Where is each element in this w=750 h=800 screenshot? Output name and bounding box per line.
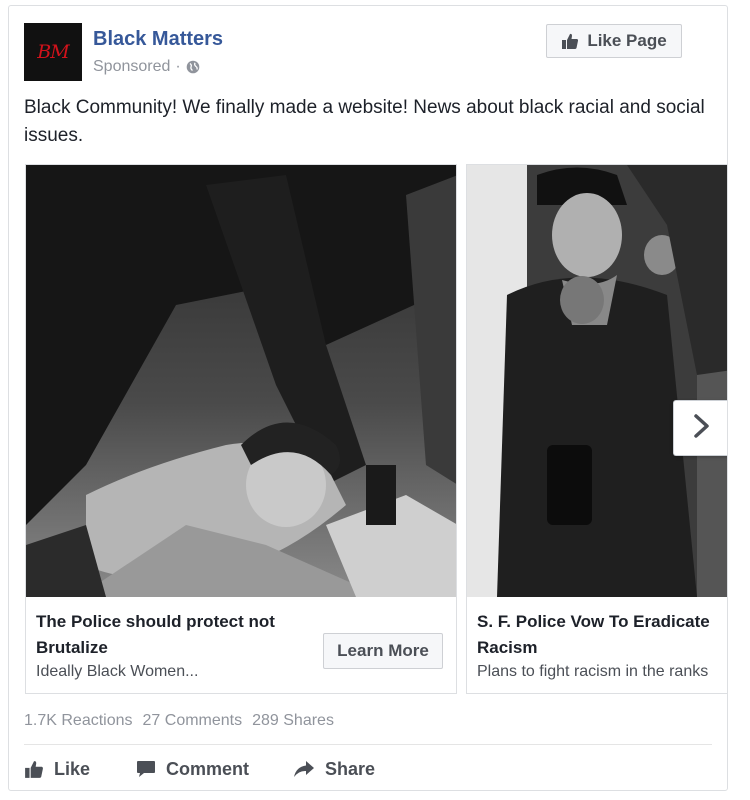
reactions-count[interactable]: 1.7K Reactions [24, 712, 133, 730]
like-page-label: Like Page [587, 31, 667, 50]
sponsored-row: Sponsored · [93, 58, 200, 76]
comment-button[interactable]: Comment [136, 759, 293, 780]
card-image-protest[interactable] [26, 165, 456, 597]
separator-dot: · [175, 58, 181, 75]
comment-label: Comment [166, 758, 250, 779]
carousel-card[interactable]: The Police should protect not Brutalize … [25, 164, 457, 694]
sponsored-post: BM Black Matters Sponsored · Like Page B… [8, 5, 728, 791]
chevron-right-icon [691, 413, 713, 444]
page-logo-text: BM [37, 41, 69, 63]
page-name-link[interactable]: Black Matters [93, 28, 223, 51]
card-title[interactable]: S. F. Police Vow To Eradicate Racism [477, 609, 727, 661]
share-label: Share [325, 758, 376, 779]
like-page-button[interactable]: Like Page [546, 24, 682, 58]
comments-count[interactable]: 27 Comments [143, 712, 243, 730]
share-button[interactable]: Share [293, 759, 375, 780]
post-text: Black Community! We finally made a websi… [24, 97, 705, 146]
like-button[interactable]: Like [24, 759, 136, 780]
card-image-police[interactable] [467, 165, 727, 597]
card-description: Ideally Black Women... [36, 663, 199, 680]
engagement-stats: 1.7K Reactions 27 Comments 289 Shares [24, 712, 334, 730]
page-avatar[interactable]: BM [24, 23, 82, 81]
thumbs-up-icon [24, 759, 44, 779]
comment-icon [136, 759, 156, 779]
learn-more-button[interactable]: Learn More [323, 633, 443, 669]
globe-icon[interactable] [186, 60, 200, 74]
divider [24, 744, 712, 745]
share-icon [293, 759, 315, 779]
thumbs-up-icon [561, 32, 579, 50]
action-bar: Like Comment Share [24, 756, 375, 782]
like-label: Like [54, 758, 91, 779]
card-title[interactable]: The Police should protect not Brutalize [36, 609, 306, 661]
sponsored-label: Sponsored [93, 58, 171, 75]
shares-count[interactable]: 289 Shares [252, 712, 334, 730]
carousel-next-button[interactable] [673, 400, 727, 456]
carousel: The Police should protect not Brutalize … [25, 164, 727, 694]
card-description: Plans to fight racism in the ranks [477, 663, 709, 680]
